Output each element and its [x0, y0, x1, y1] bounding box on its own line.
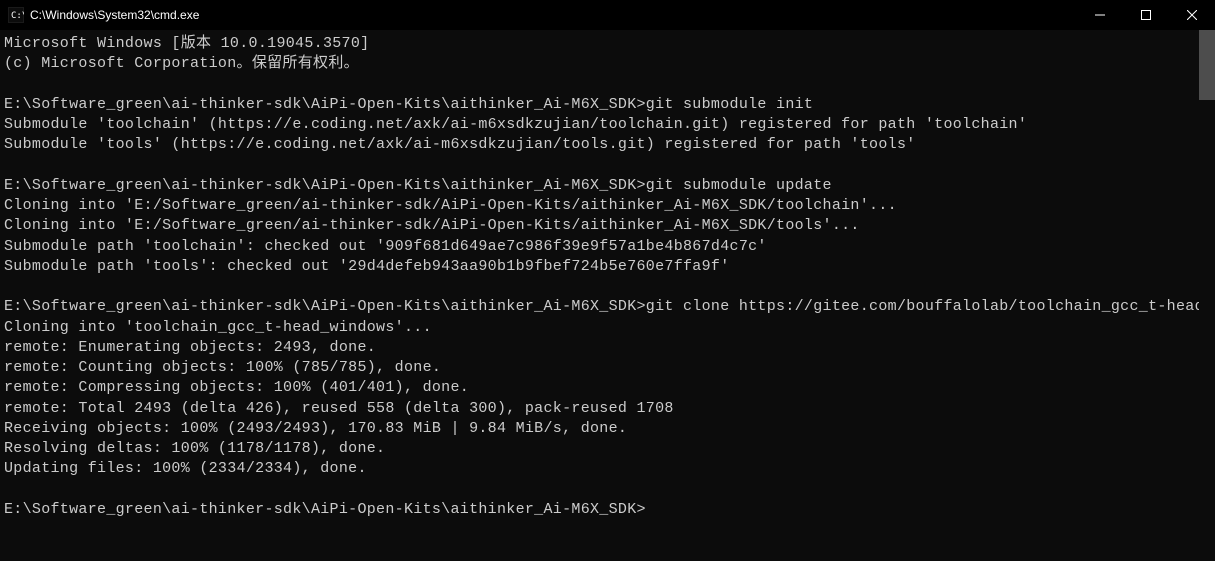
- terminal-line: Resolving deltas: 100% (1178/1178), done…: [4, 439, 1211, 459]
- terminal-line: Cloning into 'toolchain_gcc_t-head_windo…: [4, 318, 1211, 338]
- window-title: C:\Windows\System32\cmd.exe: [30, 8, 199, 22]
- terminal-line: E:\Software_green\ai-thinker-sdk\AiPi-Op…: [4, 297, 1211, 317]
- terminal-line: [4, 277, 1211, 297]
- cmd-icon: C:\: [8, 7, 24, 23]
- terminal-line: [4, 75, 1211, 95]
- terminal-line: [4, 156, 1211, 176]
- terminal-line: Submodule path 'tools': checked out '29d…: [4, 257, 1211, 277]
- scrollbar-thumb[interactable]: [1199, 30, 1215, 100]
- maximize-button[interactable]: [1123, 0, 1169, 30]
- terminal-line: remote: Total 2493 (delta 426), reused 5…: [4, 399, 1211, 419]
- terminal-output[interactable]: Microsoft Windows [版本 10.0.19045.3570](c…: [0, 30, 1215, 561]
- svg-text:C:\: C:\: [11, 11, 24, 21]
- terminal-line: E:\Software_green\ai-thinker-sdk\AiPi-Op…: [4, 176, 1211, 196]
- terminal-line: Cloning into 'E:/Software_green/ai-think…: [4, 196, 1211, 216]
- window-controls: [1077, 0, 1215, 30]
- close-button[interactable]: [1169, 0, 1215, 30]
- terminal-line: remote: Compressing objects: 100% (401/4…: [4, 378, 1211, 398]
- terminal-line: E:\Software_green\ai-thinker-sdk\AiPi-Op…: [4, 95, 1211, 115]
- terminal-line: (c) Microsoft Corporation。保留所有权利。: [4, 54, 1211, 74]
- terminal-line: Submodule 'tools' (https://e.coding.net/…: [4, 135, 1211, 155]
- terminal-line: Receiving objects: 100% (2493/2493), 170…: [4, 419, 1211, 439]
- minimize-button[interactable]: [1077, 0, 1123, 30]
- terminal-line: Microsoft Windows [版本 10.0.19045.3570]: [4, 34, 1211, 54]
- terminal-line: [4, 480, 1211, 500]
- terminal-line: Cloning into 'E:/Software_green/ai-think…: [4, 216, 1211, 236]
- terminal-line: E:\Software_green\ai-thinker-sdk\AiPi-Op…: [4, 500, 1211, 520]
- terminal-line: remote: Counting objects: 100% (785/785)…: [4, 358, 1211, 378]
- titlebar-left: C:\ C:\Windows\System32\cmd.exe: [8, 7, 199, 23]
- scrollbar[interactable]: [1199, 30, 1215, 561]
- terminal-line: Submodule 'toolchain' (https://e.coding.…: [4, 115, 1211, 135]
- terminal-line: Submodule path 'toolchain': checked out …: [4, 237, 1211, 257]
- terminal-line: remote: Enumerating objects: 2493, done.: [4, 338, 1211, 358]
- terminal-line: Updating files: 100% (2334/2334), done.: [4, 459, 1211, 479]
- window-titlebar: C:\ C:\Windows\System32\cmd.exe: [0, 0, 1215, 30]
